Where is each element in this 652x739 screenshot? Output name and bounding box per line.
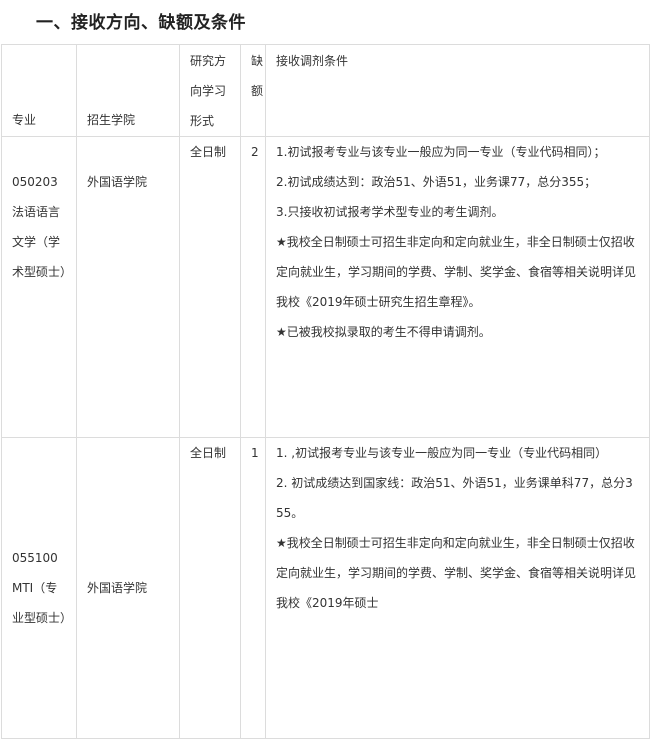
header-conditions: 接收调剂条件	[265, 44, 650, 137]
study-mode-cell: 全日制	[179, 437, 241, 739]
table-row: 055100 MTI（专业型硕士） 外国语学院 全日制 1 1. ,初试报考专业…	[1, 437, 650, 739]
study-mode-cell: 全日制	[179, 136, 241, 438]
table-header-row: 专业 招生学院 研究方向学习形式 缺额 接收调剂条件	[1, 44, 650, 137]
major-cell: 050203 法语语言文学（学术型硕士）	[1, 136, 77, 438]
quota-cell: 2	[240, 136, 266, 438]
header-quota: 缺额	[240, 44, 266, 137]
college-text: 外国语学院	[87, 581, 148, 595]
header-college: 招生学院	[76, 44, 180, 137]
major-cell: 055100 MTI（专业型硕士）	[1, 437, 77, 739]
admission-table: 专业 招生学院 研究方向学习形式 缺额 接收调剂条件 050203 法语语言文学…	[1, 44, 650, 739]
condition-text: 1.初试报考专业与该专业一般应为同一专业（专业代码相同）；	[276, 145, 606, 159]
condition-text: 2.初试成绩达到：政治51、外语51，业务课77，总分355；	[276, 175, 597, 189]
header-major: 专业	[1, 44, 77, 137]
conditions-cell: 1.初试报考专业与该专业一般应为同一专业（专业代码相同）； 2.初试成绩达到：政…	[265, 136, 650, 438]
college-cell: 外国语学院	[76, 136, 180, 438]
condition-text: ★我校全日制硕士可招生非定向和定向就业生，非全日制硕士仅招收定向就业生，学习期间…	[276, 536, 637, 610]
condition-text: ★已被我校拟录取的考生不得申请调剂。	[276, 325, 491, 339]
condition-text: 2. 初试成绩达到国家线：政治51、外语51，业务课单科77，总分355。	[276, 476, 633, 520]
header-study-mode: 研究方向学习形式	[179, 44, 241, 137]
college-cell: 外国语学院	[76, 437, 180, 739]
condition-text: 1. ,初试报考专业与该专业一般应为同一专业（专业代码相同）	[276, 446, 608, 460]
table-row: 050203 法语语言文学（学术型硕士） 外国语学院 全日制 2 1.初试报考专…	[1, 136, 650, 438]
major-text: 055100 MTI（专业型硕士）	[12, 551, 73, 625]
quota-cell: 1	[240, 437, 266, 739]
condition-text: 3.只接收初试报考学术型专业的考生调剂。	[276, 205, 504, 219]
college-text: 外国语学院	[87, 175, 148, 189]
conditions-cell: 1. ,初试报考专业与该专业一般应为同一专业（专业代码相同） 2. 初试成绩达到…	[265, 437, 650, 739]
section-title: 一、接收方向、缺额及条件	[36, 13, 246, 33]
major-text: 050203 法语语言文学（学术型硕士）	[12, 175, 73, 279]
condition-text: ★我校全日制硕士可招生非定向和定向就业生，非全日制硕士仅招收定向就业生，学习期间…	[276, 235, 637, 309]
